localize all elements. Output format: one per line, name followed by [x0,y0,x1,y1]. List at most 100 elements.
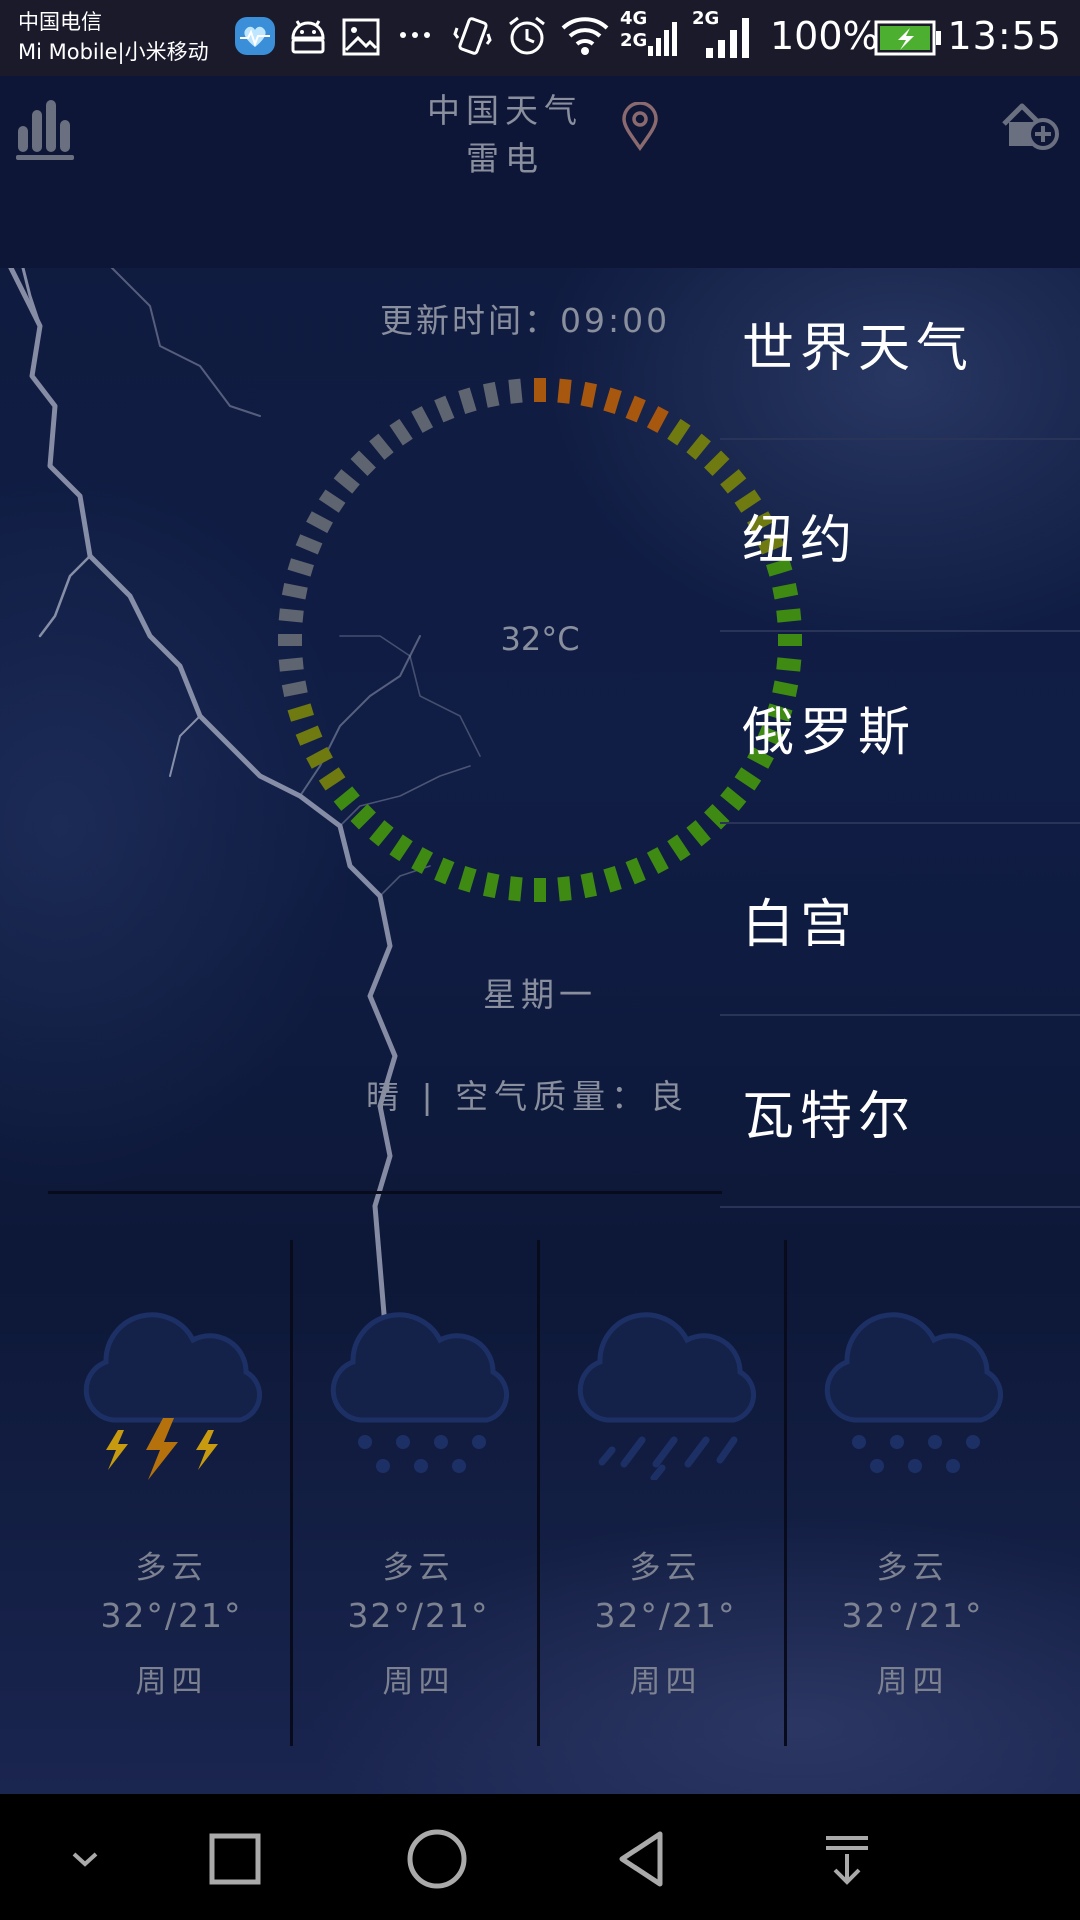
drawer-item-label: 世界天气 [742,318,975,379]
forecast-day-1[interactable]: 多云 32°/21° 周四 [48,1240,295,1746]
thunderstorm-icon [83,1312,263,1480]
ring-segment [281,583,308,600]
chevron-down-icon[interactable] [50,1824,120,1894]
forecast-day: 周四 [629,1664,702,1700]
forecast-day: 周四 [135,1664,208,1700]
signal-icon [706,18,749,58]
ring-segment [646,847,669,874]
snow-cloud-icon [330,1312,510,1473]
weather-condition-title: 雷电 [466,139,544,178]
drawer-item-label: 纽约 [742,510,859,571]
carrier-label-secondary: Mi Mobile|小米移动 [18,40,209,64]
drawer-item-label: 白宫 [742,894,859,955]
ring-segment [483,872,500,899]
ring-segment [580,381,597,408]
ring-segment [667,834,691,862]
ring-segment [350,450,376,476]
add-home-icon[interactable] [1000,100,1060,152]
ring-segment [458,387,477,414]
forecast-temp: 32°/21° [347,1596,490,1635]
page-title: 中国天气 [427,91,583,130]
clock: 13:55 [947,14,1062,58]
ring-segment [580,872,597,899]
current-temperature: 32°C [500,620,580,658]
ring-segment [646,406,669,433]
forecast-divider [537,1240,540,1746]
ring-segment [534,378,546,402]
image-icon [342,18,380,56]
forecast-divider [290,1240,293,1746]
city-drawer: 世界天气 纽约 俄罗斯 白宫 瓦特尔 [720,248,1080,1208]
bar-chart-icon[interactable] [16,96,74,162]
battery-icon [874,20,941,56]
forecast-day-2[interactable]: 多云 32°/21° 周四 [295,1240,542,1746]
drawer-item-label: 瓦特尔 [742,1086,917,1147]
ring-segment [458,866,477,893]
ring-segment [508,378,523,404]
signal-icon [648,22,677,56]
forecast-temp: 32°/21° [841,1596,984,1635]
navigation-bar [0,1794,1080,1920]
ring-segment [287,558,314,577]
circle-icon[interactable] [402,1824,472,1894]
ring-segment [350,804,376,830]
forecast-day-3[interactable]: 多云 32°/21° 周四 [542,1240,789,1746]
forecast-divider [784,1240,787,1746]
alarm-icon [509,16,545,55]
status-bar: 中国电信 Mi Mobile|小米移动 4G 2G 2G 100% 13:55 [0,0,1080,76]
ring-segment [306,746,333,769]
square-icon[interactable] [200,1824,270,1894]
ring-segment [411,847,434,874]
wifi-icon [561,17,609,55]
ring-segment [603,866,622,893]
battery-percent: 100% [770,14,879,58]
ring-segment [333,786,360,811]
forecast-desc: 多云 [629,1550,702,1586]
drawer-item-label: 俄罗斯 [742,702,917,763]
drawer-item-world-weather[interactable]: 世界天气 [720,248,1080,440]
vibrate-icon [453,17,492,55]
drawer-item-city[interactable]: 瓦特尔 [720,1016,1080,1208]
forecast-day: 周四 [876,1664,949,1700]
snow-cloud-icon [824,1312,1004,1473]
ring-segment [557,876,572,902]
ring-segment [278,608,304,623]
drawer-item-city[interactable]: 纽约 [720,440,1080,632]
forecast-day: 周四 [382,1664,455,1700]
ring-segment [557,378,572,404]
android-icon [291,20,325,54]
ring-segment [603,387,622,414]
drawer-item-city[interactable]: 俄罗斯 [720,632,1080,824]
ring-segment [369,820,394,847]
ring-segment [434,857,455,885]
forecast-temp: 32°/21° [594,1596,737,1635]
ring-segment [508,876,523,902]
ring-segment [318,489,346,513]
ring-segment [389,418,413,446]
forecast-desc: 多云 [135,1550,208,1586]
network-type-label: 4G 2G [620,8,648,51]
forecast-day-4[interactable]: 多云 32°/21° 周四 [789,1240,1036,1746]
ring-segment [534,878,546,902]
ring-segment [306,511,333,534]
ring-segment [369,433,394,460]
ring-segment [411,406,434,433]
back-triangle-icon[interactable] [608,1824,678,1894]
forecast-temp: 32°/21° [100,1596,243,1635]
update-time: 更新时间：09:00 [380,301,671,340]
ring-segment [686,820,711,847]
divider [48,1191,722,1194]
ring-segment [295,534,323,555]
ring-segment [483,381,500,408]
carrier-label: 中国电信 [18,10,102,34]
ring-segment [667,418,691,446]
ring-segment [318,767,346,791]
ring-segment [295,725,323,746]
condition-air-quality: 晴 | 空气质量：良 [366,1077,690,1116]
location-pin-icon[interactable] [620,102,660,152]
drawer-item-city[interactable]: 白宫 [720,824,1080,1016]
heart-app-icon [235,17,275,55]
ring-segment [434,395,455,423]
pull-down-icon[interactable] [812,1824,882,1894]
ring-segment [686,433,711,460]
